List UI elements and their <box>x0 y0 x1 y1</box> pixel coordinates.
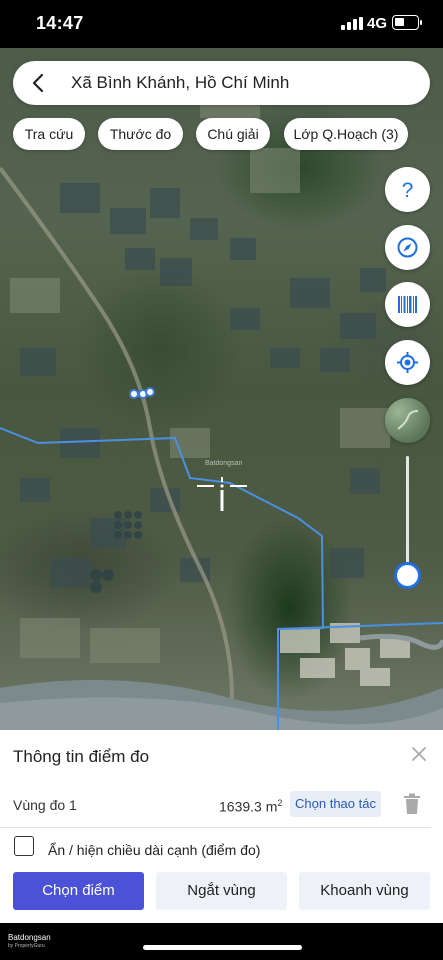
signal-icon <box>341 17 363 30</box>
status-bar: 14:47 4G <box>0 0 443 48</box>
barcode-icon <box>398 296 417 313</box>
search-bar[interactable]: Xã Bình Khánh, Hồ Chí Minh <box>13 61 430 105</box>
network-type: 4G <box>367 15 388 32</box>
satellite-layer-icon <box>397 410 419 430</box>
crosshair-icon <box>197 477 247 511</box>
location-title[interactable]: Xã Bình Khánh, Hồ Chí Minh <box>71 73 289 93</box>
help-button[interactable]: ? <box>385 167 430 212</box>
svg-text:?: ? <box>402 179 414 201</box>
zoom-slider-thumb[interactable] <box>394 562 421 589</box>
choose-action-button[interactable]: Chọn thao tác <box>290 791 381 817</box>
locate-icon <box>397 352 418 373</box>
disconnect-region-button[interactable]: Ngắt vùng <box>156 872 287 910</box>
compass-button[interactable] <box>385 225 430 270</box>
close-icon[interactable] <box>411 746 427 762</box>
chip-lookup[interactable]: Tra cứu <box>13 118 85 150</box>
my-location-button[interactable] <box>385 340 430 385</box>
map-tool-chips: Tra cứu Thước đo Chú giải Lớp Q.Hoạch (3… <box>0 118 443 150</box>
region-area: 1639.3 m2 <box>219 798 283 815</box>
chip-ruler[interactable]: Thước đo <box>98 118 183 150</box>
choose-point-button[interactable]: Chọn điểm <box>13 872 144 910</box>
barcode-button[interactable] <box>385 282 430 327</box>
back-arrow-icon[interactable] <box>29 73 49 93</box>
chip-planning-layers[interactable]: Lớp Q.Hoạch (3) <box>284 118 408 150</box>
toggle-edge-length-checkbox[interactable] <box>14 836 34 856</box>
divider <box>0 827 431 828</box>
help-icon: ? <box>402 179 414 201</box>
map-satellite-layer <box>0 78 443 730</box>
enclose-region-button[interactable]: Khoanh vùng <box>299 872 430 910</box>
panel-title: Thông tin điểm đo <box>13 747 150 766</box>
trash-icon[interactable] <box>403 793 421 815</box>
map-watermark: Batdongsan <box>205 460 243 467</box>
zoom-slider-track[interactable] <box>406 456 409 574</box>
brand-logo: Batdongsan by PropertyGuru <box>8 933 51 949</box>
toggle-edge-length-label: Ẩn / hiện chiều dài cạnh (điểm đo) <box>48 842 261 858</box>
battery-icon <box>392 15 422 30</box>
chip-legend[interactable]: Chú giải <box>196 118 270 150</box>
status-time: 14:47 <box>36 13 84 33</box>
satellite-layer-button[interactable] <box>385 398 430 443</box>
region-label: Vùng đo 1 <box>13 797 77 813</box>
home-indicator[interactable] <box>143 945 302 950</box>
footer-bar: Batdongsan by PropertyGuru <box>0 923 443 960</box>
compass-icon <box>397 237 418 258</box>
map-view[interactable]: Batdongsan <box>0 48 443 730</box>
